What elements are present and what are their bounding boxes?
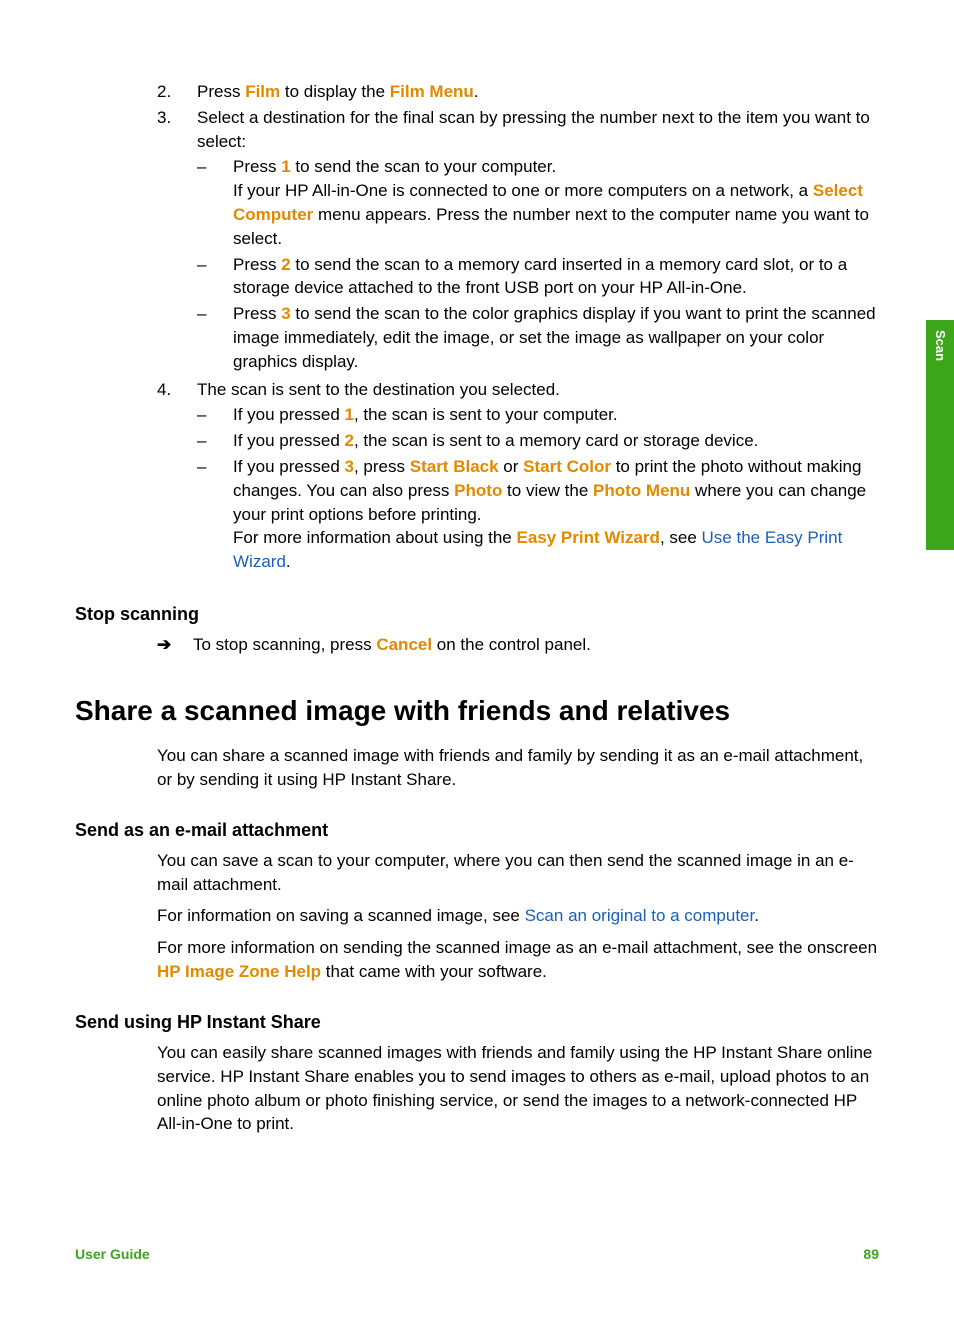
footer-page-number: 89 [863,1245,879,1265]
list-item: – If you pressed 1, the scan is sent to … [197,403,879,427]
step-number: 2. [157,80,197,104]
sub-list: – If you pressed 1, the scan is sent to … [197,403,879,574]
list-item: – Press 2 to send the scan to a memory c… [197,253,879,301]
highlight-start-black: Start Black [410,457,499,476]
step-number: 4. [157,378,197,576]
list-item: – Press 1 to send the scan to your compu… [197,155,879,250]
step-3: 3. Select a destination for the final sc… [157,106,879,376]
highlight-1: 1 [281,157,290,176]
list-item: – If you pressed 2, the scan is sent to … [197,429,879,453]
paragraph: You can share a scanned image with frien… [157,744,879,792]
sub-list: – Press 1 to send the scan to your compu… [197,155,879,373]
step-body: The scan is sent to the destination you … [197,378,879,576]
heading-send-email-attachment: Send as an e-mail attachment [75,818,879,843]
highlight-start-color: Start Color [523,457,611,476]
page-content: 2. Press Film to display the Film Menu. … [0,0,954,1136]
link-scan-original[interactable]: Scan an original to a computer [525,906,755,925]
step-number: 3. [157,106,197,376]
highlight-1: 1 [345,405,354,424]
step-2: 2. Press Film to display the Film Menu. [157,80,879,104]
step-body: Select a destination for the final scan … [197,106,879,376]
heading-stop-scanning: Stop scanning [75,602,879,627]
side-tab-label: Scan [931,330,949,361]
step-body: Press Film to display the Film Menu. [197,80,879,104]
numbered-steps: 2. Press Film to display the Film Menu. … [157,80,879,576]
highlight-cancel: Cancel [376,635,432,654]
highlight-2: 2 [281,255,290,274]
highlight-film-menu: Film Menu [390,82,474,101]
list-item: – Press 3 to send the scan to the color … [197,302,879,373]
highlight-hp-image-zone-help: HP Image Zone Help [157,962,321,981]
arrow-icon: ➔ [157,633,193,657]
paragraph: You can save a scan to your computer, wh… [157,849,879,897]
highlight-2: 2 [345,431,354,450]
highlight-easy-print-wizard: Easy Print Wizard [516,528,659,547]
highlight-3: 3 [281,304,290,323]
list-item: – If you pressed 3, press Start Black or… [197,455,879,574]
paragraph: For more information on sending the scan… [157,936,879,984]
highlight-photo-menu: Photo Menu [593,481,690,500]
step-4: 4. The scan is sent to the destination y… [157,378,879,576]
highlight-3: 3 [345,457,354,476]
footer: User Guide 89 [75,1245,879,1265]
paragraph: For information on saving a scanned imag… [157,904,879,928]
side-tab: Scan [926,320,954,550]
heading-share-scanned-image: Share a scanned image with friends and r… [75,691,879,730]
highlight-photo: Photo [454,481,502,500]
paragraph: You can easily share scanned images with… [157,1041,879,1136]
footer-left: User Guide [75,1245,150,1265]
heading-send-hp-instant-share: Send using HP Instant Share [75,1010,879,1035]
arrow-step: ➔ To stop scanning, press Cancel on the … [157,633,879,657]
highlight-film: Film [245,82,280,101]
